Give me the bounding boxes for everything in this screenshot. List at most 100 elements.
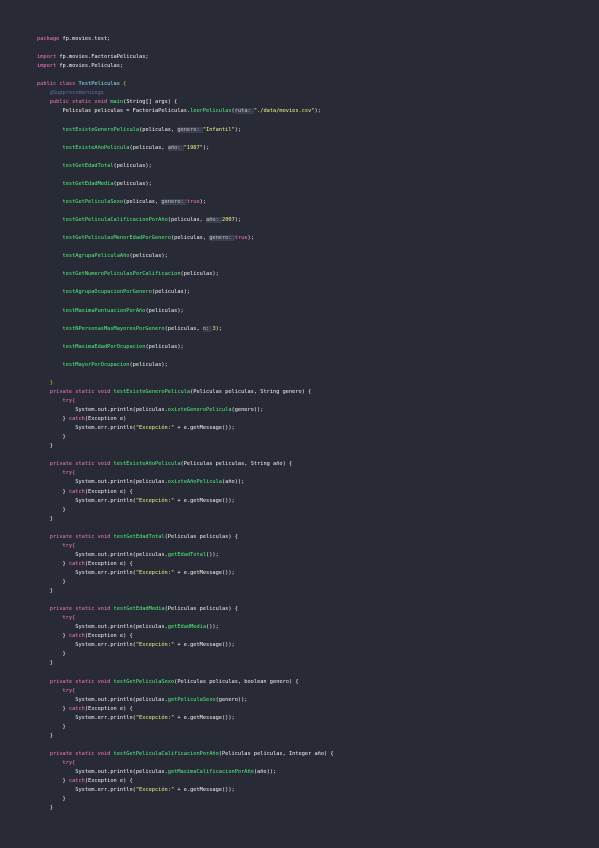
code-line: import fp.movies.FactoriaPeliculas; — [37, 53, 149, 61]
code-token: System.out.println(peliculas. — [37, 407, 168, 414]
code-line: testAgrupaOcupacionPorGenero(peliculas); — [37, 288, 191, 296]
code-line: testMaximaEdadPorOcupacion(peliculas); — [37, 343, 184, 351]
code-token: leerPeliculas — [190, 108, 232, 115]
code-line: try{ — [37, 542, 76, 550]
code-token: (Exception e) { — [84, 560, 133, 567]
code-token: (peliculas); — [113, 162, 152, 169]
code-line: System.err.println("Excepción:" + e.getM… — [37, 569, 234, 577]
code-line: testMaximaPuntuacionPorAño(peliculas); — [37, 307, 184, 315]
code-line: } catch(Exception e) { — [37, 777, 133, 785]
code-token: ); — [314, 108, 321, 115]
code-line: System.err.println("Excepción:" + e.getM… — [37, 714, 234, 722]
code-token: + e.getMessage()); — [174, 642, 235, 649]
code-line: testMayorPorOcupacion(peliculas); — [37, 361, 168, 369]
code-token: "Excepción:" — [135, 569, 175, 576]
code-token: testGetPeliculaCalificacionPorAño — [62, 217, 168, 223]
code-token: (Peliculas peliculas, String año) { — [180, 461, 293, 468]
code-token: } — [37, 506, 66, 513]
code-token: existeAñoPelicula — [167, 479, 222, 486]
code-token: } — [37, 434, 66, 441]
code-token: (peliculas, — [167, 217, 207, 223]
code-token: } — [37, 796, 66, 803]
code-token: catch — [68, 488, 85, 495]
code-token: "./data/movies.csv" — [253, 108, 315, 115]
code-line: System.out.println(peliculas.getEdadMedi… — [37, 623, 219, 631]
code-token: testMaximaEdadPorOcupacion — [62, 343, 146, 350]
code-line: } catch(Exception e) { — [37, 705, 133, 713]
code-token: } — [37, 723, 66, 730]
code-token: } — [37, 660, 53, 667]
code-token: testGetPeliculaCalificacionPorAño — [113, 750, 219, 757]
code-token: @SuppressWarnings — [37, 90, 104, 97]
code-token: import — [37, 54, 60, 61]
code-token: } — [37, 732, 53, 739]
code-token: (año)); — [221, 479, 245, 486]
code-token: testAgrupaOcupacionPorGenero — [62, 289, 152, 296]
code-token: private static void — [37, 388, 114, 395]
code-token: (Exception e) { — [84, 778, 133, 785]
code-token: "Excepción:" — [135, 425, 175, 432]
code-token: "Infantil" — [202, 126, 235, 133]
code-token: "Excepción:" — [135, 714, 175, 721]
code-line: } — [37, 433, 66, 441]
code-token: main — [110, 99, 124, 106]
code-token: testGetPeliculaSexo — [113, 678, 175, 685]
code-token: } — [37, 579, 66, 585]
code-token: getPeliculaSexo — [167, 696, 216, 703]
code-token: testMaximaPuntuacionPorAño — [62, 307, 146, 314]
code-token: } — [37, 588, 53, 595]
parameter-hint: genero: — [209, 235, 235, 242]
code-token: (año)); — [253, 769, 277, 776]
code-token: testExisteAñoPelicula — [113, 461, 181, 468]
code-token: fp.movies.Peliculas; — [59, 63, 124, 70]
code-line: try{ — [37, 759, 76, 767]
code-token: (String[] — [123, 99, 156, 106]
code-token: (genero)); — [215, 696, 248, 703]
code-line: System.err.println("Excepción:" + e.getM… — [37, 424, 234, 432]
code-line: package fp.movies.test; — [37, 35, 110, 43]
code-token: getEdadMedia — [167, 624, 207, 631]
code-token: System.err.println( — [37, 714, 136, 721]
code-token: (Peliculas peliculas, Integer año) { — [218, 750, 334, 757]
code-line: System.out.println(peliculas.getEdadTota… — [37, 551, 219, 559]
code-line: try{ — [37, 614, 76, 622]
code-token: 2007 — [222, 217, 235, 223]
code-line: testGetEdadMedia(peliculas); — [37, 180, 152, 188]
code-line: } — [37, 442, 53, 450]
code-token: ); — [234, 126, 242, 133]
code-line: import fp.movies.Peliculas; — [37, 62, 123, 70]
code-token: ); — [234, 217, 242, 223]
code-token: Peliculas peliculas = FactoriaPeliculas. — [37, 108, 191, 115]
code-editor[interactable]: package fp.movies.test; import fp.movies.… — [0, 0, 599, 848]
code-token: ); — [247, 235, 254, 242]
code-line: } — [37, 723, 66, 731]
code-token: testGetEdadMedia — [113, 606, 165, 613]
code-line: private static void testGetPeliculaSexo(… — [37, 678, 299, 686]
code-token: (Exception e) { — [84, 633, 133, 640]
code-line: } catch(Exception e) { — [37, 560, 133, 568]
code-token: testExisteGeneroPelicula — [62, 126, 140, 133]
code-token: "Excepción:" — [135, 497, 175, 504]
code-line: } — [37, 587, 53, 595]
code-line: } — [37, 578, 66, 586]
code-token: (peliculas); — [129, 361, 168, 368]
code-token: (Peliculas peliculas, String genero) { — [190, 388, 312, 395]
code-token: class — [59, 81, 79, 88]
code-token: } — [37, 805, 53, 812]
code-token: testGetEdadMedia — [62, 180, 114, 187]
code-token: (Peliculas peliculas, boolean genero) { — [174, 678, 299, 685]
code-token: (Exception e) { — [84, 488, 133, 495]
code-line: private static void testGetEdadMedia(Pel… — [37, 605, 238, 613]
code-token: try{ — [37, 470, 76, 477]
code-token: } — [37, 515, 53, 522]
code-token: catch — [68, 705, 85, 712]
code-token: } — [37, 651, 66, 658]
